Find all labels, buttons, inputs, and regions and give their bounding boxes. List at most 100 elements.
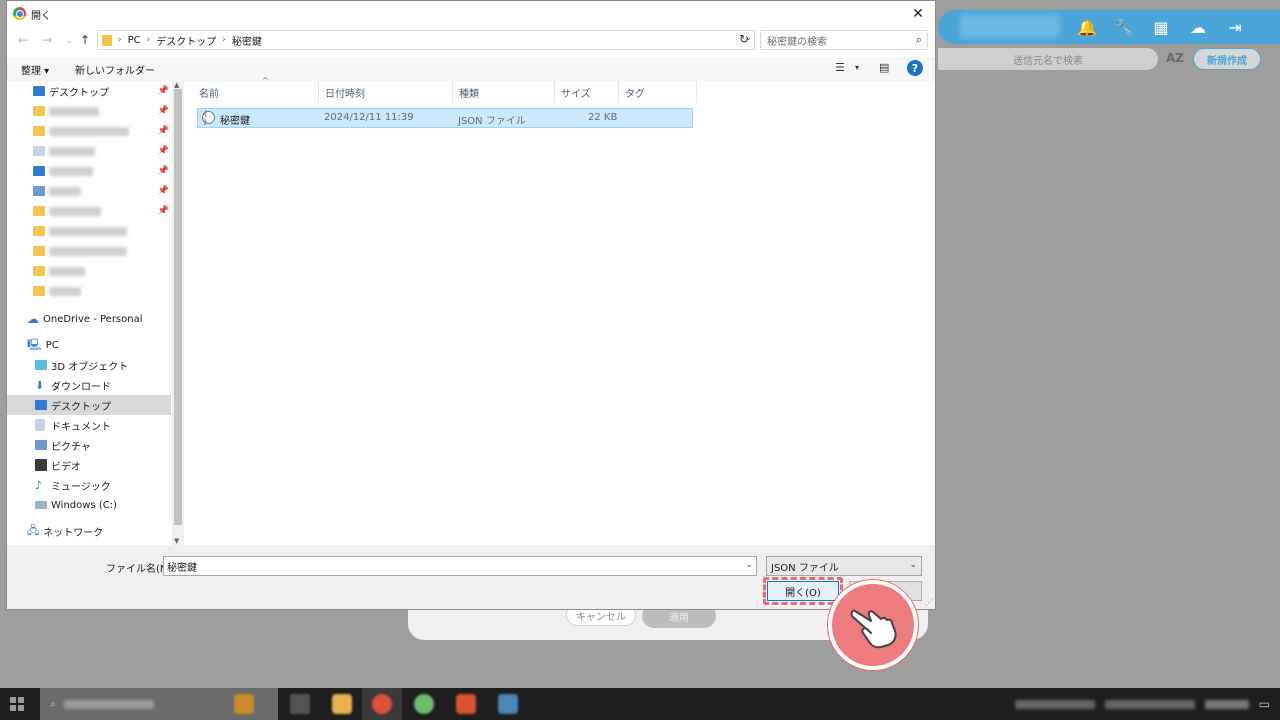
nav-label: ドキュメント (51, 421, 111, 433)
sort-up-icon: ^ (262, 76, 269, 85)
blurred-label (63, 699, 154, 709)
preview-pane-icon[interactable]: ▤ (879, 61, 889, 74)
sign-in-icon[interactable]: ⇥ (1224, 16, 1246, 38)
nav-item-blurred[interactable]: 📌 (7, 121, 171, 141)
nav-item-downloads[interactable]: ⬇ ダウンロード (7, 375, 171, 395)
desktop-icon (33, 86, 45, 96)
pin-icon: 📌 (157, 106, 169, 116)
back-arrow-icon[interactable]: ← (15, 32, 31, 48)
nav-item-onedrive[interactable]: ☁ OneDrive - Personal (7, 309, 171, 329)
network-icon: 🖧 (27, 523, 40, 537)
pin-icon: 📌 (157, 146, 169, 156)
nav-item-network[interactable]: 🖧 ネットワーク (7, 521, 171, 541)
nav-scrollbar[interactable]: ▲ ▼ (172, 81, 184, 545)
task-view-icon[interactable] (290, 694, 310, 714)
nav-item-music[interactable]: ♪ ミュージック (7, 475, 171, 495)
notification-icon[interactable]: ▭ (1259, 697, 1270, 711)
help-icon[interactable]: ? (907, 60, 923, 76)
nav-item-desktop[interactable]: デスクトップ (7, 395, 171, 415)
app-search-input[interactable]: 送信元名で検索 (938, 48, 1158, 70)
recent-dropdown-icon[interactable]: ⌄ (61, 32, 77, 48)
pin-icon: 📌 (157, 206, 169, 216)
nav-item-documents[interactable]: ドキュメント (7, 415, 171, 435)
chevron-down-icon[interactable]: ⌄ (745, 560, 753, 570)
nav-item-blurred[interactable]: 📌 (7, 181, 171, 201)
forward-arrow-icon[interactable]: → (39, 32, 55, 48)
nav-item-blurred[interactable] (7, 261, 171, 281)
json-file-icon: { } (202, 110, 215, 126)
column-header-size[interactable]: サイズ (555, 81, 619, 103)
nav-item-blurred[interactable]: 📌 (7, 141, 171, 161)
nav-item-blurred[interactable]: 📌 (7, 101, 171, 121)
folder-icon (33, 206, 45, 216)
organize-button[interactable]: 整理 ▾ (21, 62, 49, 77)
blurred-clock[interactable] (1204, 699, 1249, 709)
column-header-date[interactable]: 日付時刻 (319, 81, 453, 103)
column-label: タグ (625, 88, 645, 100)
nav-item-pc[interactable]: 🖳 PC (7, 335, 171, 355)
scroll-up-icon[interactable]: ▲ (174, 81, 179, 89)
cube-icon (35, 360, 47, 370)
cloud-chat-icon[interactable]: ☁ (1187, 16, 1209, 38)
blurred-label (49, 126, 129, 136)
refresh-icon[interactable]: ↻ (739, 32, 749, 46)
new-create-button[interactable]: 新規作成 (1193, 48, 1261, 70)
nav-label: PC (45, 339, 59, 351)
filetype-select[interactable]: JSON ファイル ⌄ (766, 556, 922, 576)
sort-az-button[interactable]: AZ (1166, 51, 1184, 65)
up-arrow-icon[interactable]: ↑ (77, 32, 93, 48)
filename-input[interactable]: 秘密鍵 ⌄ (163, 556, 757, 576)
nav-item-3d-objects[interactable]: 3D オブジェクト (7, 355, 171, 375)
taskbar-chrome-icon[interactable] (372, 694, 392, 714)
search-placeholder: 秘密鍵の検索 (767, 36, 827, 48)
nav-item-blurred[interactable] (7, 241, 171, 261)
nav-item-blurred[interactable] (7, 281, 171, 301)
view-list-icon[interactable]: ☰ (835, 61, 845, 74)
column-header-tags[interactable]: タグ (619, 81, 697, 103)
address-bar[interactable]: › PC › デスクトップ › 秘密鍵 ⌄ (97, 30, 755, 50)
nav-item-blurred[interactable]: 📌 (7, 201, 171, 221)
picture-icon (33, 186, 45, 196)
nav-label: Windows (C:) (51, 499, 117, 511)
scroll-thumb[interactable] (174, 89, 182, 525)
nav-item-windows-c[interactable]: Windows (C:) (7, 495, 171, 515)
scroll-down-icon[interactable]: ▼ (174, 537, 179, 545)
view-dropdown-icon[interactable]: ▾ (855, 63, 859, 72)
file-type: JSON ファイル (458, 116, 526, 127)
resize-grip-icon[interactable]: ⋰ (925, 598, 933, 607)
taskbar-folder-icon[interactable] (332, 694, 352, 714)
taskbar-app-icon[interactable] (498, 694, 518, 714)
grid-icon[interactable]: ▦ (1150, 16, 1172, 38)
taskbar: ⌕ ▭ (0, 688, 1280, 720)
taskbar-app-icon[interactable] (234, 694, 254, 714)
nav-item-blurred[interactable] (7, 221, 171, 241)
taskbar-app-icon[interactable] (414, 694, 434, 714)
nav-item-blurred[interactable]: 📌 (7, 161, 171, 181)
column-header-name[interactable]: 名前 ^ (193, 76, 319, 103)
close-icon[interactable]: ✕ (907, 4, 929, 24)
nav-item-desktop-quick[interactable]: デスクトップ 📌 (7, 81, 171, 101)
pointing-hand-icon (828, 580, 918, 670)
folder-icon (33, 106, 45, 116)
folder-search-input[interactable]: 秘密鍵の検索 ⌕ (760, 30, 928, 50)
windows-start-icon[interactable] (10, 697, 24, 711)
column-header-type[interactable]: 種類 (453, 81, 555, 103)
bell-icon[interactable]: 🔔 (1076, 16, 1098, 38)
file-date: 2024/12/11 11:39 (324, 112, 414, 123)
nav-item-pictures[interactable]: ピクチャ (7, 435, 171, 455)
dialog-title: 開く (31, 11, 51, 22)
file-row[interactable]: { } 秘密鍵 2024/12/11 11:39 JSON ファイル 22 KB (197, 108, 693, 128)
new-folder-button[interactable]: 新しいフォルダー (75, 62, 155, 77)
breadcrumb-pc[interactable]: PC (128, 35, 141, 46)
document-icon (35, 419, 45, 431)
desktop-icon (35, 400, 47, 410)
breadcrumb-private-key[interactable]: 秘密鍵 (232, 33, 262, 48)
folder-icon (33, 246, 45, 256)
taskbar-app-icon[interactable] (456, 694, 476, 714)
wrench-icon[interactable]: 🔧 (1113, 16, 1135, 38)
nav-label: デスクトップ (49, 87, 109, 99)
nav-item-videos[interactable]: ビデオ (7, 455, 171, 475)
blurred-label (49, 246, 127, 256)
pin-icon: 📌 (157, 86, 169, 96)
breadcrumb-desktop[interactable]: デスクトップ (156, 33, 216, 48)
